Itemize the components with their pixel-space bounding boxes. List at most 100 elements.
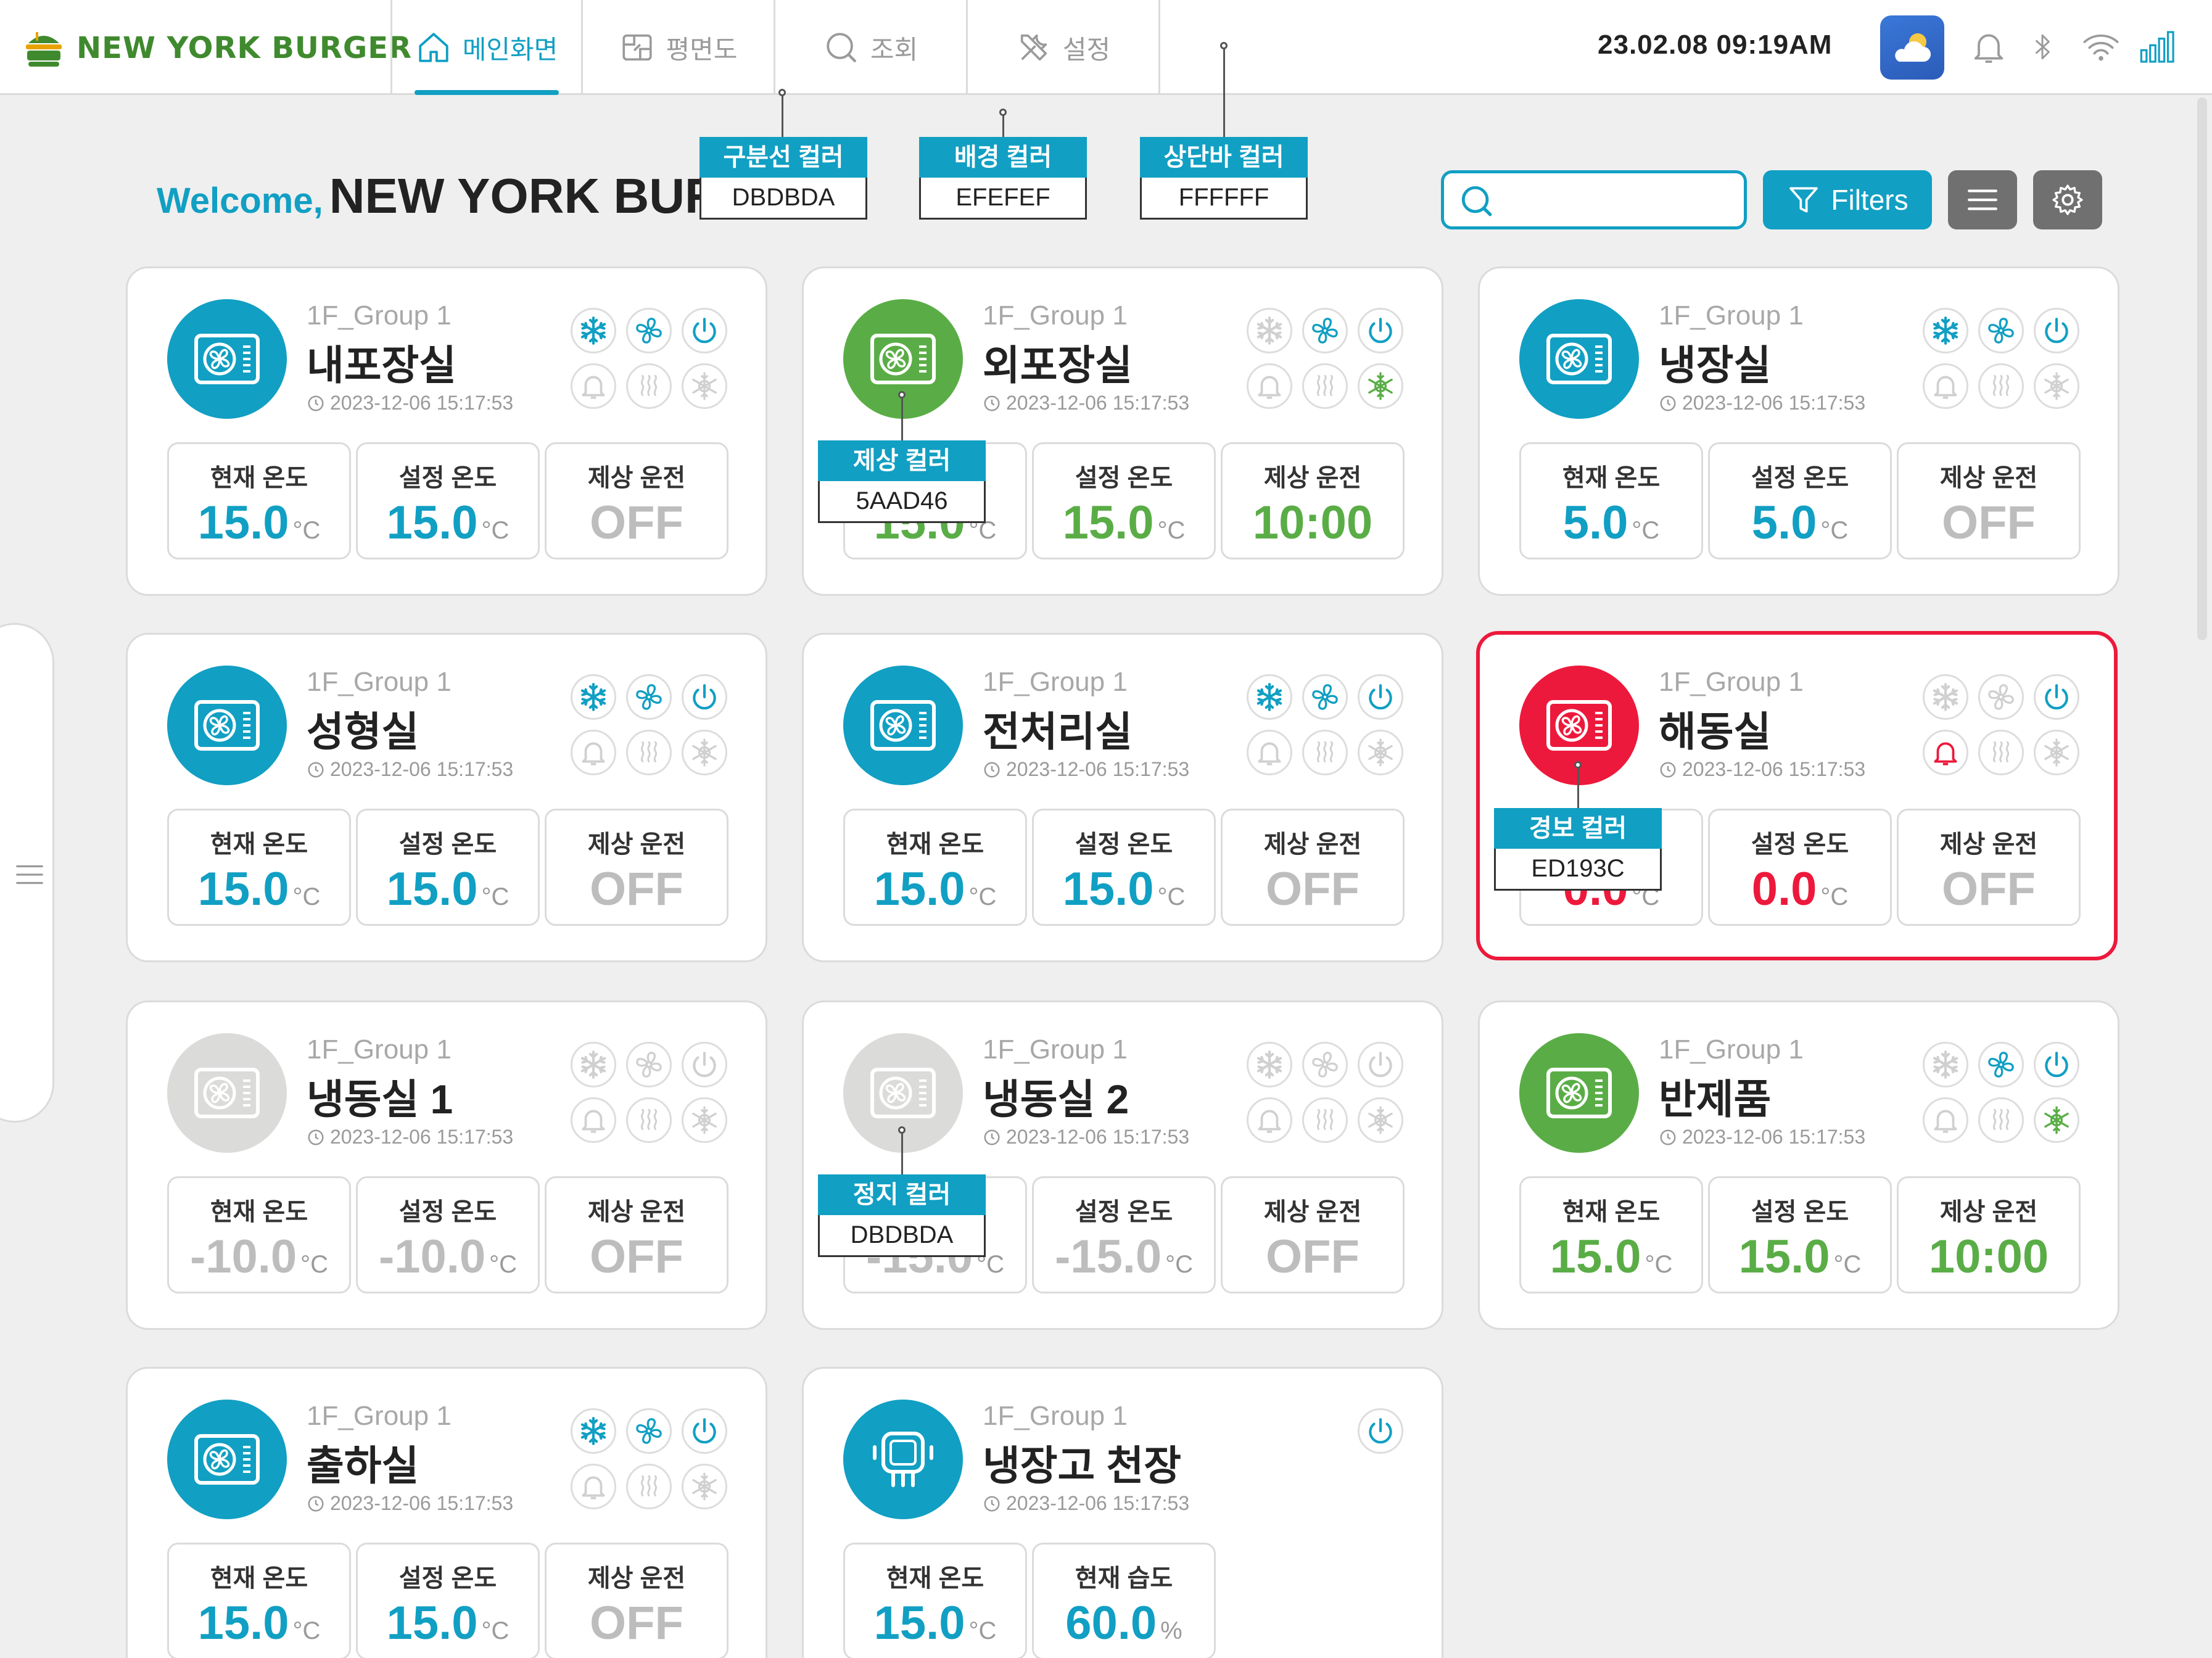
power-icon[interactable] bbox=[2034, 308, 2079, 353]
defrost-icon[interactable] bbox=[1358, 1097, 1403, 1143]
tab-settings[interactable]: 설정 bbox=[968, 0, 1160, 95]
defrost-icon[interactable] bbox=[682, 730, 727, 775]
power-icon[interactable] bbox=[1358, 1042, 1403, 1087]
defrost-icon[interactable] bbox=[2034, 1097, 2079, 1143]
cooling-snowflake-icon[interactable] bbox=[1923, 308, 1968, 353]
heater-icon[interactable] bbox=[1978, 1097, 2024, 1143]
side-drawer-handle[interactable] bbox=[0, 623, 54, 1123]
metric-unit: °C bbox=[1820, 517, 1849, 544]
cooling-snowflake-icon[interactable] bbox=[1247, 308, 1292, 353]
defrost-icon[interactable] bbox=[1358, 363, 1403, 409]
heater-icon[interactable] bbox=[1978, 730, 2024, 775]
fan-icon[interactable] bbox=[1302, 674, 1348, 720]
tab-main-label: 메인화면 bbox=[462, 35, 558, 64]
heater-icon[interactable] bbox=[626, 1464, 672, 1509]
power-icon[interactable] bbox=[1358, 1408, 1403, 1454]
device-card[interactable]: 1F_Group 1 반제품 2023-12-06 15:17:53 현재 온도… bbox=[1478, 1000, 2119, 1330]
alarm-bell-icon[interactable] bbox=[1247, 1097, 1292, 1143]
list-view-button[interactable] bbox=[1948, 170, 2017, 229]
annotation-leader-line bbox=[782, 93, 783, 137]
cooling-snowflake-icon[interactable] bbox=[1247, 674, 1292, 720]
group-name: 1F_Group 1 bbox=[983, 667, 1128, 697]
device-card[interactable]: 1F_Group 1 냉장실 2023-12-06 15:17:53 현재 온도… bbox=[1478, 266, 2119, 596]
defrost-icon[interactable] bbox=[1358, 730, 1403, 775]
fan-icon[interactable] bbox=[1978, 308, 2024, 353]
power-icon[interactable] bbox=[682, 1408, 727, 1454]
metric-value: 15.0 bbox=[197, 1597, 289, 1649]
defrost-icon[interactable] bbox=[2034, 730, 2079, 775]
alarm-bell-icon[interactable] bbox=[1923, 363, 1968, 409]
metric-value: 15.0 bbox=[386, 863, 478, 915]
metric-unit: °C bbox=[1157, 883, 1186, 910]
cooling-snowflake-icon[interactable] bbox=[571, 308, 616, 353]
heater-icon[interactable] bbox=[1978, 363, 2024, 409]
power-icon[interactable] bbox=[682, 308, 727, 353]
weather-widget[interactable] bbox=[1880, 15, 1944, 80]
wifi-icon[interactable] bbox=[2081, 27, 2121, 67]
power-icon[interactable] bbox=[1358, 674, 1403, 720]
alarm-bell-icon[interactable] bbox=[1247, 730, 1292, 775]
metric-value: 15.0 bbox=[1062, 497, 1154, 549]
floorplan-icon bbox=[622, 34, 652, 61]
device-card[interactable]: 1F_Group 1 출하실 2023-12-06 15:17:53 현재 온도… bbox=[126, 1367, 767, 1658]
power-icon[interactable] bbox=[2034, 1042, 2079, 1087]
alarm-bell-icon[interactable] bbox=[571, 1464, 616, 1509]
brand-logo[interactable]: NEW YORK BURGER bbox=[22, 22, 412, 74]
alarm-bell-icon[interactable] bbox=[1923, 730, 1968, 775]
device-card[interactable]: 1F_Group 1 내포장실 2023-12-06 15:17:53 현재 온… bbox=[126, 266, 767, 596]
filters-button[interactable]: Filters bbox=[1763, 170, 1932, 229]
power-icon[interactable] bbox=[1358, 308, 1403, 353]
clock-icon bbox=[984, 1129, 1000, 1145]
defrost-icon[interactable] bbox=[682, 1464, 727, 1509]
cooling-snowflake-icon[interactable] bbox=[571, 1042, 616, 1087]
device-card[interactable]: 1F_Group 1 외포장실 2023-12-06 15:17:53 현재 온… bbox=[802, 266, 1443, 596]
cooling-snowflake-icon[interactable] bbox=[571, 674, 616, 720]
tab-main[interactable]: 메인화면 bbox=[390, 0, 583, 95]
heater-icon[interactable] bbox=[1302, 730, 1348, 775]
fan-icon[interactable] bbox=[1302, 1042, 1348, 1087]
heater-icon[interactable] bbox=[626, 1097, 672, 1143]
device-card[interactable]: 1F_Group 1 냉동실 2 2023-12-06 15:17:53 현재 … bbox=[802, 1000, 1443, 1330]
device-card[interactable]: 1F_Group 1 성형실 2023-12-06 15:17:53 현재 온도… bbox=[126, 633, 767, 962]
cooling-snowflake-icon[interactable] bbox=[571, 1408, 616, 1454]
fan-icon[interactable] bbox=[626, 308, 672, 353]
device-card[interactable]: 1F_Group 1 냉장고 천장 2023-12-06 15:17:53 현재… bbox=[802, 1367, 1443, 1658]
heater-icon[interactable] bbox=[1302, 1097, 1348, 1143]
tab-search[interactable]: 조회 bbox=[775, 0, 968, 95]
power-icon[interactable] bbox=[682, 674, 727, 720]
cooling-snowflake-icon[interactable] bbox=[1923, 674, 1968, 720]
alarm-bell-icon[interactable] bbox=[571, 363, 616, 409]
power-icon[interactable] bbox=[682, 1042, 727, 1087]
heater-icon[interactable] bbox=[626, 363, 672, 409]
alarm-bell-icon[interactable] bbox=[1247, 363, 1292, 409]
defrost-icon[interactable] bbox=[682, 363, 727, 409]
alarm-bell-icon[interactable] bbox=[571, 1097, 616, 1143]
power-icon[interactable] bbox=[2034, 674, 2079, 720]
annotation-anchor-dot bbox=[898, 391, 906, 398]
settings-button[interactable] bbox=[2033, 170, 2102, 229]
heater-icon[interactable] bbox=[626, 730, 672, 775]
fan-icon[interactable] bbox=[1302, 308, 1348, 353]
fan-icon[interactable] bbox=[1978, 1042, 2024, 1087]
defrost-icon[interactable] bbox=[682, 1097, 727, 1143]
device-card[interactable]: 1F_Group 1 냉동실 1 2023-12-06 15:17:53 현재 … bbox=[126, 1000, 767, 1330]
scrollbar[interactable] bbox=[2197, 97, 2207, 640]
tab-floorplan[interactable]: 평면도 bbox=[583, 0, 775, 95]
alarm-bell-icon[interactable] bbox=[1923, 1097, 1968, 1143]
heater-icon[interactable] bbox=[1302, 363, 1348, 409]
notification-bell-icon[interactable] bbox=[1969, 27, 2008, 67]
fan-icon[interactable] bbox=[626, 1042, 672, 1087]
cooling-snowflake-icon[interactable] bbox=[1923, 1042, 1968, 1087]
clock-icon bbox=[1660, 1129, 1676, 1145]
cooling-snowflake-icon[interactable] bbox=[1247, 1042, 1292, 1087]
fan-icon[interactable] bbox=[1978, 674, 2024, 720]
fan-icon[interactable] bbox=[626, 1408, 672, 1454]
device-card[interactable]: 1F_Group 1 전처리실 2023-12-06 15:17:53 현재 온… bbox=[802, 633, 1443, 962]
fan-unit-icon bbox=[194, 1434, 260, 1485]
search-input[interactable] bbox=[1441, 170, 1747, 229]
device-card[interactable]: 1F_Group 1 해동실 2023-12-06 15:17:53 현재 온도… bbox=[1476, 631, 2118, 960]
bluetooth-icon[interactable] bbox=[2027, 27, 2058, 67]
fan-icon[interactable] bbox=[626, 674, 672, 720]
alarm-bell-icon[interactable] bbox=[571, 730, 616, 775]
defrost-icon[interactable] bbox=[2034, 363, 2079, 409]
